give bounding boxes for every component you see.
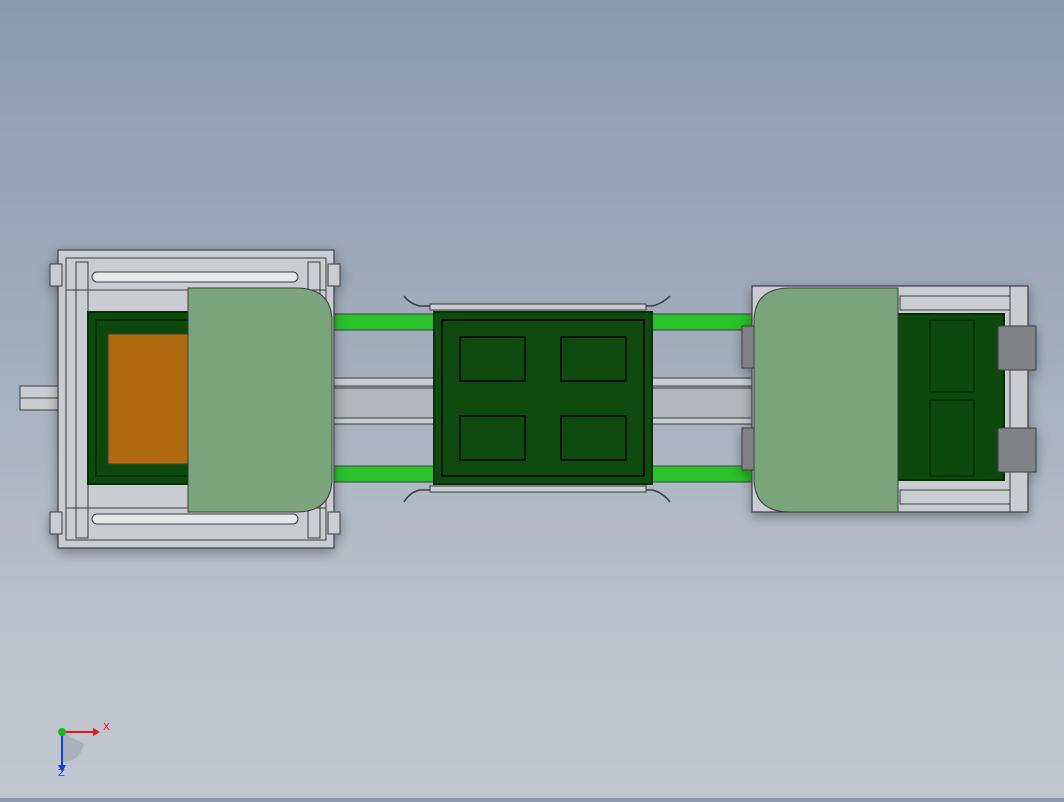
left-orange-block (107, 333, 195, 465)
x-axis-label: X (103, 722, 110, 733)
assembly-drawing (19, 249, 1037, 549)
orientation-triad: X Z (50, 718, 120, 782)
right-station (741, 285, 1037, 513)
left-bottom-rod (91, 513, 299, 525)
right-cover (753, 287, 899, 513)
center-plate (433, 311, 653, 485)
right-tray (891, 313, 1005, 481)
y-axis-dot (58, 728, 66, 736)
center-carriage (403, 295, 671, 503)
left-cover (187, 287, 333, 513)
left-top-rod (91, 271, 299, 283)
z-axis-label: Z (58, 768, 65, 779)
gray-block-lower (997, 427, 1037, 473)
left-station (49, 249, 341, 549)
gray-block-upper (997, 325, 1037, 371)
cad-viewport[interactable] (0, 0, 1064, 798)
